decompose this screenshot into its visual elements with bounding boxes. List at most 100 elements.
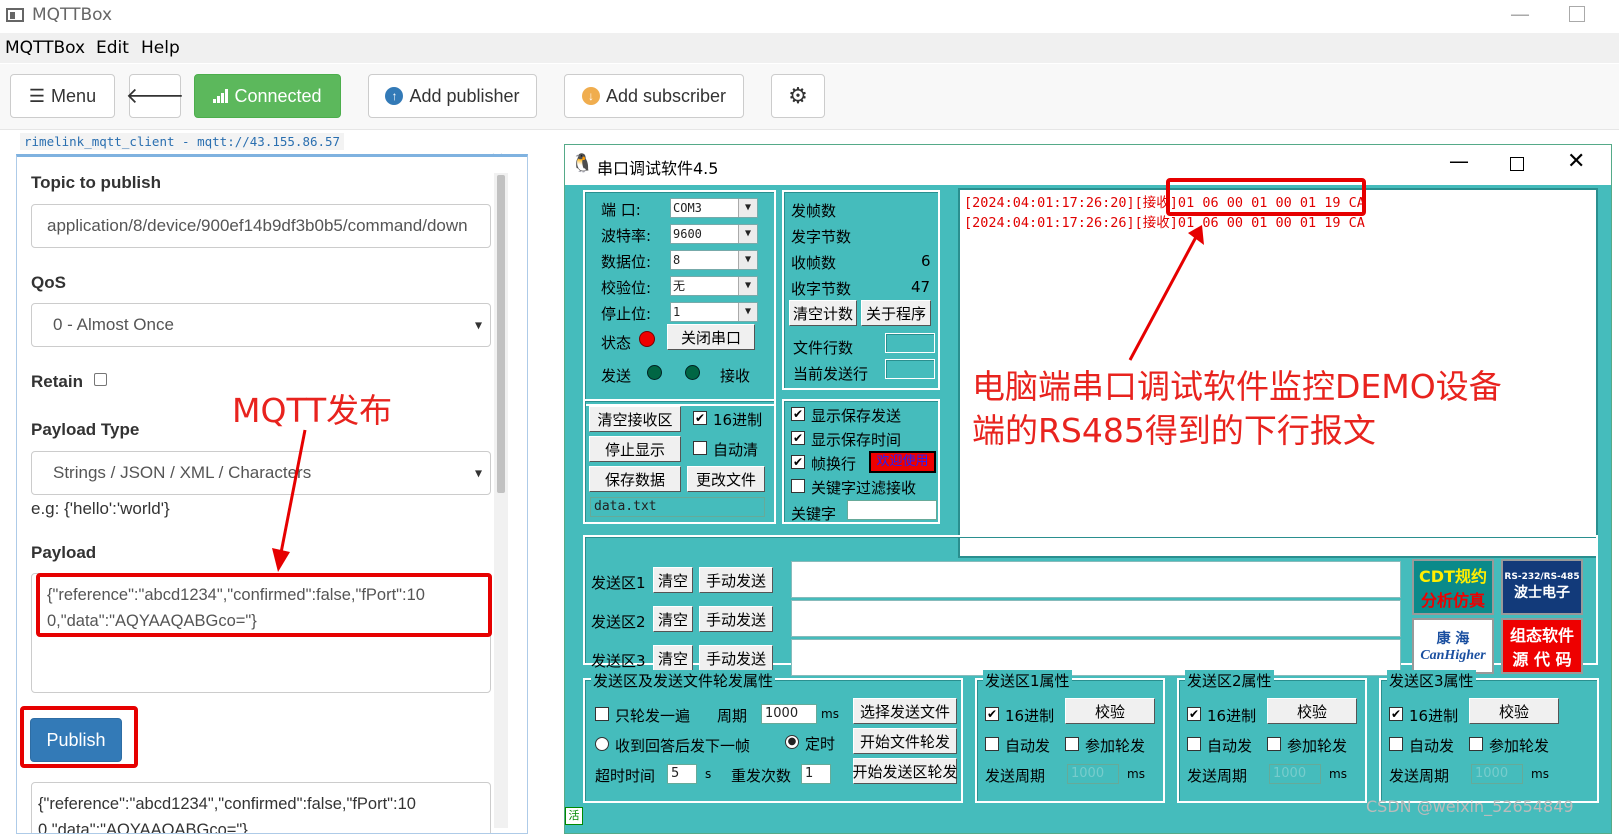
auto-clear-checkbox[interactable] xyxy=(693,441,707,455)
zone3-verify-button[interactable]: 校验 xyxy=(1469,698,1559,724)
zone2-join-checkbox[interactable] xyxy=(1267,737,1281,751)
period-input[interactable]: 1000 xyxy=(761,704,817,724)
menu-edit[interactable]: Edit xyxy=(96,38,129,58)
signal-icon xyxy=(213,89,229,103)
clear-zone-3-button[interactable]: 清空 xyxy=(653,645,693,671)
add-publisher-button[interactable]: ↑ Add publisher xyxy=(368,74,537,118)
keyword-filter-checkbox[interactable] xyxy=(791,479,805,493)
send-zone-3-label: 发送区3 xyxy=(591,652,646,670)
settings-button[interactable]: ⚙ xyxy=(771,74,825,118)
gear-icon: ⚙ xyxy=(788,83,808,108)
serial-maximize-icon[interactable] xyxy=(1510,157,1524,171)
watermark: CSDN @weixin_52654849 xyxy=(1366,797,1574,816)
close-port-button[interactable]: 关闭串口 xyxy=(667,324,755,350)
zone2-join-label: 参加轮发 xyxy=(1287,737,1348,755)
zone3-auto-checkbox[interactable] xyxy=(1389,737,1403,751)
qos-select[interactable]: 0 - Almost Once xyxy=(31,303,491,347)
file-lines-box xyxy=(885,333,935,353)
stopbits-select[interactable]: 1 xyxy=(670,302,758,322)
choose-file-button[interactable]: 选择发送文件 xyxy=(853,698,957,724)
frame-newline-checkbox[interactable]: ✔ xyxy=(791,455,805,469)
baud-select[interactable]: 9600 xyxy=(670,224,758,244)
clear-zone-2-button[interactable]: 清空 xyxy=(653,606,693,632)
scrollbar-thumb[interactable] xyxy=(497,175,505,493)
menu-button[interactable]: ☰ Menu xyxy=(10,74,115,118)
send-zone-2-input[interactable] xyxy=(791,600,1401,637)
rx-bytes-value: 47 xyxy=(911,278,931,296)
zone2-auto-checkbox[interactable] xyxy=(1187,737,1201,751)
start-file-rotation-button[interactable]: 开始文件轮发 xyxy=(853,728,957,754)
client-label: rimelink_mqtt_client - mqtt://43.155.86.… xyxy=(20,133,345,150)
show-save-send-checkbox[interactable]: ✔ xyxy=(791,407,805,421)
period-unit: ms xyxy=(821,707,839,721)
manual-send-3-button[interactable]: 手动发送 xyxy=(699,645,773,671)
zone1-hex-checkbox[interactable]: ✔ xyxy=(985,707,999,721)
manual-send-2-button[interactable]: 手动发送 xyxy=(699,606,773,632)
menu-mqttbox[interactable]: MQTTBox xyxy=(5,38,85,58)
keyword-input[interactable] xyxy=(847,500,937,520)
port-select[interactable]: COM3 xyxy=(670,198,758,218)
zone1-props-title: 发送区1属性 xyxy=(983,670,1072,691)
annotation-arrow-left xyxy=(272,429,307,572)
zone2-period-label: 发送周期 xyxy=(1187,767,1248,785)
menu-help[interactable]: Help xyxy=(141,38,180,58)
about-button[interactable]: 关于程序 xyxy=(861,300,931,326)
change-file-button[interactable]: 更改文件 xyxy=(687,466,765,492)
hex-recv-checkbox[interactable]: ✔ xyxy=(693,411,707,425)
keyword-label: 关键字 xyxy=(791,505,837,523)
send-zone-3-input[interactable] xyxy=(791,639,1401,676)
zone3-auto-label: 自动发 xyxy=(1409,737,1455,755)
tx-bytes-label: 发字节数 xyxy=(791,228,852,246)
back-button[interactable]: 🡐 xyxy=(126,74,185,118)
zone3-period-unit: ms xyxy=(1531,767,1549,781)
zone2-hex-checkbox[interactable]: ✔ xyxy=(1187,707,1201,721)
zone2-period-input[interactable]: 1000 xyxy=(1269,764,1321,784)
window-title: MQTTBox xyxy=(32,5,113,25)
ad-canhigher[interactable]: 康 海 CanHigher xyxy=(1412,618,1494,674)
timed-radio[interactable]: ● xyxy=(785,735,799,749)
rx-frames-label: 收帧数 xyxy=(791,254,837,272)
after-reply-radio[interactable] xyxy=(595,737,609,751)
databits-select[interactable]: 8 xyxy=(670,250,758,270)
rx-frames-value: 6 xyxy=(921,252,931,270)
serial-close-icon[interactable]: ✕ xyxy=(1567,149,1585,174)
zone3-join-checkbox[interactable] xyxy=(1469,737,1483,751)
minimize-icon[interactable]: — xyxy=(1510,2,1530,26)
title-bar: MQTTBox — xyxy=(0,0,1619,32)
zone3-hex-checkbox[interactable]: ✔ xyxy=(1389,707,1403,721)
filename-field[interactable]: data.txt xyxy=(590,497,765,517)
save-data-button[interactable]: 保存数据 xyxy=(589,466,681,492)
timeout-input[interactable]: 5 xyxy=(667,764,697,784)
send-zone-1-input[interactable] xyxy=(791,561,1401,598)
send-indicator-label: 发送 xyxy=(601,367,632,385)
clear-receive-button[interactable]: 清空接收区 xyxy=(589,406,681,432)
serial-minimize-icon[interactable]: — xyxy=(1449,149,1469,173)
retries-input[interactable]: 1 xyxy=(801,764,831,784)
zone1-auto-checkbox[interactable] xyxy=(985,737,999,751)
show-save-time-checkbox[interactable]: ✔ xyxy=(791,431,805,445)
connected-button[interactable]: Connected xyxy=(194,74,341,118)
ad-cdt[interactable]: CDT规约 分析仿真 xyxy=(1412,559,1494,615)
zone1-verify-button[interactable]: 校验 xyxy=(1065,698,1155,724)
zone3-period-input[interactable]: 1000 xyxy=(1471,764,1523,784)
retain-checkbox[interactable] xyxy=(94,373,107,386)
zone2-period-unit: ms xyxy=(1329,767,1347,781)
clear-zone-1-button[interactable]: 清空 xyxy=(653,567,693,593)
zone1-period-input[interactable]: 1000 xyxy=(1067,764,1119,784)
status-label: 状态 xyxy=(601,334,632,352)
zone2-verify-button[interactable]: 校验 xyxy=(1267,698,1357,724)
ad-source-code[interactable]: 组态软件 源 代 码 xyxy=(1501,618,1583,674)
manual-send-1-button[interactable]: 手动发送 xyxy=(699,567,773,593)
stop-display-button[interactable]: 停止显示 xyxy=(589,436,681,462)
maximize-icon[interactable] xyxy=(1569,6,1585,22)
start-zone-rotation-button[interactable]: 开始发送区轮发 xyxy=(853,758,958,784)
ad-rs485[interactable]: RS-232/RS-485 波士电子 xyxy=(1501,559,1583,615)
clear-count-button[interactable]: 清空计数 xyxy=(789,300,857,326)
status-indicator: 活 xyxy=(565,807,583,825)
keyword-filter-label: 关键字过滤接收 xyxy=(811,479,917,497)
add-subscriber-button[interactable]: ↓ Add subscriber xyxy=(564,74,744,118)
once-checkbox[interactable] xyxy=(595,707,609,721)
zone1-join-checkbox[interactable] xyxy=(1065,737,1079,751)
topic-input[interactable]: application/8/device/900ef14b9df3b0b5/co… xyxy=(31,204,491,248)
parity-select[interactable]: 无 xyxy=(670,276,758,296)
